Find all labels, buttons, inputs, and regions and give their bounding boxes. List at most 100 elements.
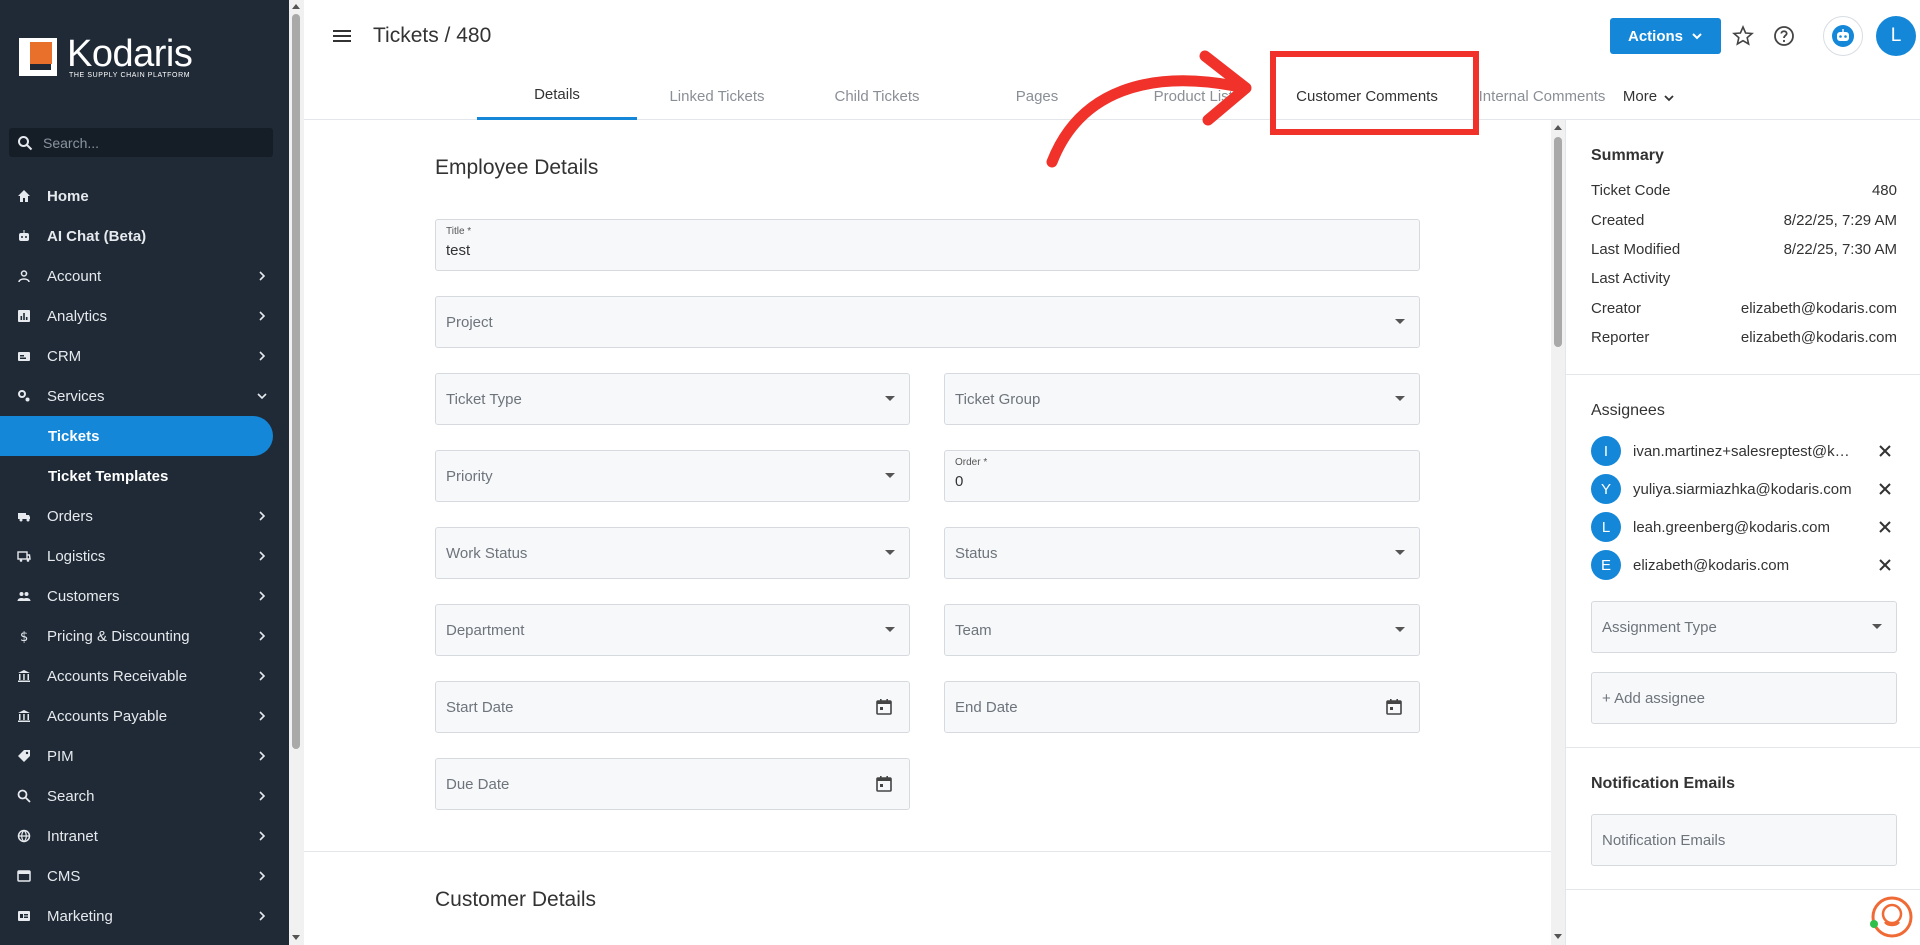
- sidebar-item-crm[interactable]: CRM: [0, 336, 289, 376]
- sidebar-item-label: Orders: [47, 507, 93, 525]
- sidebar-item-label: CMS: [47, 867, 81, 885]
- sidebar-search-input[interactable]: [43, 134, 263, 151]
- sidebar-item-label: Analytics: [47, 307, 108, 325]
- team-select[interactable]: Team: [944, 604, 1420, 656]
- sidebar-item-orders[interactable]: Orders: [0, 496, 289, 536]
- assignee-email: yuliya.siarmiazhka@kodaris.com: [1633, 480, 1852, 498]
- scroll-down-arrow-icon[interactable]: [1554, 934, 1562, 939]
- services-icon: [17, 389, 31, 403]
- chevron-down-icon: [1664, 95, 1674, 102]
- summary-row-last-activity: Last Activity: [1591, 270, 1897, 287]
- panel-divider: [1566, 374, 1920, 375]
- user-avatar[interactable]: L: [1876, 16, 1916, 56]
- content-scrollbar[interactable]: [1551, 120, 1565, 945]
- tab-linked-tickets[interactable]: Linked Tickets: [637, 72, 797, 120]
- priority-select[interactable]: Priority: [435, 450, 910, 502]
- kodaris-logo[interactable]: Kodaris THE SUPPLY CHAIN PLATFORM: [17, 35, 193, 79]
- ticket-type-select[interactable]: Ticket Type: [435, 373, 910, 425]
- assignment-type-label: Assignment Type: [1602, 619, 1717, 636]
- add-assignee-input[interactable]: + Add assignee: [1591, 672, 1897, 724]
- sidebar-item-accounts-receivable[interactable]: Accounts Receivable: [0, 656, 289, 696]
- summary-key: Last Activity: [1591, 270, 1671, 287]
- department-select[interactable]: Department: [435, 604, 910, 656]
- end-date-field[interactable]: End Date: [944, 681, 1420, 733]
- sidebar-item-analytics[interactable]: Analytics: [0, 296, 289, 336]
- assignee-email: ivan.martinez+salesreptest@kodaris.com: [1633, 442, 1853, 460]
- scroll-up-arrow-icon[interactable]: [292, 4, 300, 9]
- sidebar-item-ai-chat[interactable]: AI Chat (Beta): [0, 216, 289, 256]
- ticket-group-select[interactable]: Ticket Group: [944, 373, 1420, 425]
- sidebar-item-customers[interactable]: Customers: [0, 576, 289, 616]
- summary-key: Reporter: [1591, 329, 1650, 346]
- sidebar-subitem-tickets[interactable]: Tickets: [0, 416, 273, 456]
- sidebar-item-home[interactable]: Home: [0, 176, 289, 216]
- remove-assignee-icon[interactable]: [1877, 481, 1893, 497]
- sidebar-item-search[interactable]: Search: [0, 776, 289, 816]
- tab-more-label: More: [1622, 87, 1658, 105]
- sidebar-search[interactable]: [9, 128, 273, 157]
- order-field[interactable]: Order * 0: [944, 450, 1420, 502]
- tab-details[interactable]: Details: [477, 72, 637, 120]
- cms-icon: [17, 869, 31, 883]
- chevron-right-icon: [259, 871, 266, 881]
- page-title: Tickets / 480: [373, 24, 492, 47]
- sidebar-subitem-ticket-templates[interactable]: Ticket Templates: [0, 456, 289, 496]
- sidebar-item-intranet[interactable]: Intranet: [0, 816, 289, 856]
- dropdown-arrow-icon: [1872, 624, 1882, 629]
- robot-icon: [1832, 25, 1854, 47]
- notification-emails-input[interactable]: Notification Emails: [1591, 814, 1897, 866]
- panel-divider: [1566, 747, 1920, 748]
- remove-assignee-icon[interactable]: [1877, 443, 1893, 459]
- scroll-up-arrow-icon[interactable]: [1554, 125, 1562, 130]
- summary-value: elizabeth@kodaris.com: [1740, 300, 1897, 317]
- star-icon[interactable]: [1731, 24, 1755, 48]
- sidebar-item-label: Accounts Receivable: [47, 667, 188, 685]
- sidebar-item-services[interactable]: Services: [0, 376, 289, 416]
- title-field[interactable]: Title * test: [435, 219, 1420, 271]
- calendar-icon[interactable]: [875, 698, 893, 716]
- truck-icon: [17, 509, 31, 523]
- tab-child-tickets[interactable]: Child Tickets: [797, 72, 957, 120]
- start-date-field[interactable]: Start Date: [435, 681, 910, 733]
- sidebar-item-marketing[interactable]: Marketing: [0, 896, 289, 936]
- project-select[interactable]: Project: [435, 296, 1420, 348]
- ticket-type-label: Ticket Type: [446, 391, 522, 408]
- help-icon[interactable]: [1772, 24, 1796, 48]
- actions-button[interactable]: Actions: [1610, 18, 1721, 54]
- sidebar-item-account[interactable]: Account: [0, 256, 289, 296]
- dropdown-arrow-icon: [885, 473, 895, 478]
- search-icon: [17, 789, 31, 803]
- tab-more[interactable]: More: [1609, 72, 1689, 120]
- scroll-down-arrow-icon[interactable]: [292, 935, 300, 940]
- department-label: Department: [446, 622, 525, 639]
- tag-icon: [17, 749, 31, 763]
- scrollbar-thumb[interactable]: [292, 14, 300, 749]
- calendar-icon[interactable]: [1385, 698, 1403, 716]
- logistics-icon: [17, 549, 31, 563]
- sidebar-item-logistics[interactable]: Logistics: [0, 536, 289, 576]
- chat-support-icon[interactable]: [1867, 893, 1913, 939]
- assignee-email: leah.greenberg@kodaris.com: [1633, 518, 1830, 536]
- assignee-row: E elizabeth@kodaris.com: [1591, 549, 1897, 581]
- sidebar-item-accounts-payable[interactable]: Accounts Payable: [0, 696, 289, 736]
- summary-heading: Summary: [1591, 147, 1664, 164]
- chevron-right-icon: [259, 271, 266, 281]
- section-title-customer-details: Customer Details: [435, 888, 597, 911]
- dropdown-arrow-icon: [1395, 627, 1405, 632]
- calendar-icon[interactable]: [875, 775, 893, 793]
- status-select[interactable]: Status: [944, 527, 1420, 579]
- ai-assistant-button[interactable]: [1823, 16, 1863, 56]
- ticket-side-panel: Summary Ticket Code 480 Created 8/22/25,…: [1565, 120, 1920, 945]
- sidebar-item-cms[interactable]: CMS: [0, 856, 289, 896]
- sidebar-item-pricing-discounting[interactable]: $ Pricing & Discounting: [0, 616, 289, 656]
- scrollbar-thumb[interactable]: [1554, 137, 1562, 347]
- hamburger-menu-icon[interactable]: [332, 26, 352, 46]
- work-status-select[interactable]: Work Status: [435, 527, 910, 579]
- tab-internal-comments[interactable]: Internal Comments: [1462, 72, 1622, 120]
- sidebar-item-pim[interactable]: PIM: [0, 736, 289, 776]
- due-date-field[interactable]: Due Date: [435, 758, 910, 810]
- remove-assignee-icon[interactable]: [1877, 557, 1893, 573]
- assignment-type-select[interactable]: Assignment Type: [1591, 601, 1897, 653]
- sidebar-scrollbar[interactable]: [289, 0, 304, 945]
- remove-assignee-icon[interactable]: [1877, 519, 1893, 535]
